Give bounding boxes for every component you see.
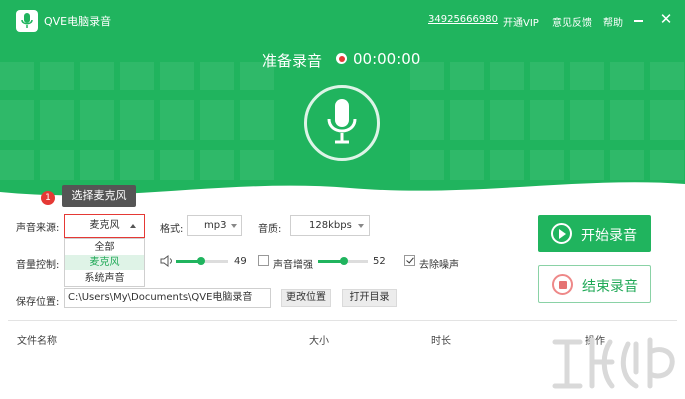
source-select[interactable]: 麦克风 (64, 214, 145, 238)
stop-recording-label: 结束录音 (582, 279, 638, 295)
quality-value: 128kbps (309, 220, 352, 231)
denoise-label: 去除噪声 (419, 260, 459, 271)
open-folder-button[interactable]: 打开目录 (342, 289, 397, 307)
tooltip-step-badge: 1 (41, 191, 55, 205)
vip-link[interactable]: 开通VIP (503, 14, 539, 29)
volume-label: 音量控制: (16, 260, 60, 271)
boost-slider-handle[interactable] (340, 257, 348, 265)
format-value: mp3 (204, 220, 227, 231)
denoise-checkbox[interactable] (404, 255, 415, 266)
microphone-icon (327, 99, 357, 144)
column-header-size[interactable]: 大小 (309, 332, 329, 347)
quality-select[interactable]: 128kbps (290, 215, 370, 236)
microphone-button[interactable] (304, 85, 380, 161)
speaker-icon (160, 255, 172, 267)
tooltip: 选择麦克风 (62, 185, 136, 207)
quality-label: 音质: (258, 224, 282, 235)
app-title: QVE电脑录音 (44, 15, 112, 28)
volume-slider-handle[interactable] (197, 257, 205, 265)
source-option-microphone[interactable]: 麦克风 (65, 255, 144, 270)
format-select[interactable]: mp3 (187, 215, 242, 236)
play-icon (551, 223, 572, 244)
header-panel: QVE电脑录音 34925666980 开通VIP 意见反馈 帮助 ✕ 准备录音… (0, 0, 685, 200)
format-label: 格式: (160, 224, 184, 235)
boost-slider[interactable] (318, 257, 368, 265)
account-link[interactable]: 34925666980 (428, 14, 498, 25)
source-selected-value: 麦克风 (89, 220, 120, 231)
chevron-up-icon (130, 224, 136, 228)
source-option-system-sound[interactable]: 系统声音 (65, 271, 144, 286)
stop-recording-button[interactable]: 结束录音 (538, 265, 651, 303)
minimize-button[interactable] (631, 12, 647, 28)
source-label: 声音来源: (16, 223, 60, 234)
record-indicator-icon (336, 53, 347, 64)
help-link[interactable]: 帮助 (603, 14, 623, 29)
close-button[interactable]: ✕ (657, 10, 675, 28)
feedback-link[interactable]: 意见反馈 (552, 14, 592, 29)
volume-slider[interactable] (176, 257, 228, 265)
save-location-label: 保存位置: (16, 297, 60, 308)
title-bar: QVE电脑录音 34925666980 开通VIP 意见反馈 帮助 ✕ (0, 0, 685, 40)
stop-icon (552, 274, 573, 295)
watermark-logo (552, 337, 675, 389)
divider (8, 320, 677, 321)
app-logo-icon (16, 10, 38, 32)
save-path-input[interactable]: C:\Users\My\Documents\QVE电脑录音 (64, 288, 271, 308)
boost-checkbox[interactable] (258, 255, 269, 266)
chevron-down-icon (231, 224, 237, 228)
record-timer: 00:00:00 (353, 50, 421, 68)
volume-value: 49 (234, 256, 247, 267)
record-status: 准备录音 (262, 52, 323, 70)
boost-value: 52 (373, 256, 386, 267)
source-option-all[interactable]: 全部 (65, 240, 144, 255)
start-recording-label: 开始录音 (581, 228, 637, 244)
column-header-duration[interactable]: 时长 (431, 332, 451, 347)
source-dropdown: 全部 麦克风 系统声音 (64, 238, 145, 287)
start-recording-button[interactable]: 开始录音 (538, 215, 651, 252)
chevron-down-icon (358, 224, 364, 228)
change-location-button[interactable]: 更改位置 (281, 289, 331, 307)
column-header-filename[interactable]: 文件名称 (17, 332, 57, 347)
boost-label: 声音增强 (273, 260, 313, 271)
